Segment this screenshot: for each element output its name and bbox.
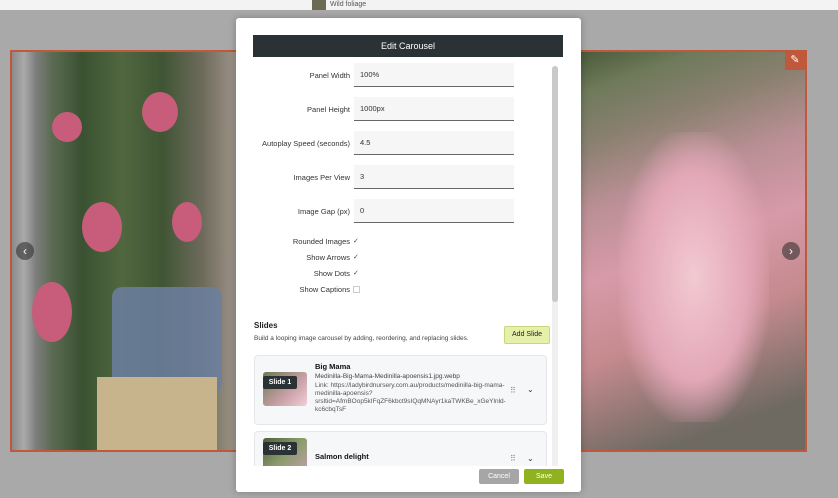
autoplay-speed-label: Autoplay Speed (seconds) — [262, 139, 350, 148]
autoplay-speed-row: Autoplay Speed (seconds) 4.5 — [236, 131, 556, 157]
drag-handle-icon[interactable]: ⠿ — [510, 386, 516, 395]
panel-width-row: Panel Width 100% — [236, 63, 556, 89]
images-per-view-input[interactable]: 3 — [354, 165, 514, 189]
show-captions-label: Show Captions — [299, 285, 350, 294]
top-strip-text: Wild foliage — [330, 1, 367, 8]
show-dots-label: Show Dots — [313, 269, 350, 278]
carousel-image-left — [12, 52, 238, 450]
rounded-images-row: Rounded Images ✓ — [236, 235, 556, 249]
edit-carousel-modal: Edit Carousel Panel Width 100% Panel Hei… — [236, 18, 581, 492]
flower-shape — [82, 202, 122, 252]
edit-pencil-icon[interactable]: ✎ — [785, 50, 805, 70]
flower-cluster-shape — [619, 132, 769, 422]
slide-filename: Medinilla-Big-Mama-Medinilla-apoensis1.j… — [315, 373, 460, 380]
panel-width-label: Panel Width — [309, 71, 350, 80]
show-arrows-label: Show Arrows — [306, 253, 350, 262]
carousel-next-arrow[interactable]: › — [782, 242, 800, 260]
show-captions-row: Show Captions — [236, 283, 556, 297]
flower-shape — [142, 92, 178, 132]
modal-title: Edit Carousel — [253, 35, 563, 57]
slides-help-text: Build a looping image carousel by adding… — [254, 335, 469, 342]
add-slide-button[interactable]: Add Slide — [504, 326, 550, 344]
save-button[interactable]: Save — [524, 469, 564, 484]
slide-title: Salmon delight — [315, 452, 369, 461]
top-strip: Wild foliage — [0, 0, 838, 10]
autoplay-speed-input[interactable]: 4.5 — [354, 131, 514, 155]
rounded-images-label: Rounded Images — [292, 237, 350, 246]
show-arrows-checkbox[interactable]: ✓ — [353, 254, 360, 261]
settings-form: Panel Width 100% Panel Height 1000px Aut… — [236, 63, 556, 473]
carousel-image-right — [579, 52, 805, 450]
flower-shape — [52, 112, 82, 142]
slide-number-badge: Slide 2 — [263, 442, 297, 455]
modal-scrollbar-thumb[interactable] — [552, 66, 558, 302]
flower-shape — [32, 282, 72, 342]
modal-footer: Cancel Save — [236, 466, 581, 492]
images-per-view-row: Images Per View 3 — [236, 165, 556, 191]
panel-height-row: Panel Height 1000px — [236, 97, 556, 123]
slide-link: Link: https://ladybirdnursery.com.au/pro… — [315, 382, 506, 413]
panel-height-label: Panel Height — [307, 105, 350, 114]
show-captions-checkbox[interactable] — [353, 286, 360, 293]
show-arrows-row: Show Arrows ✓ — [236, 251, 556, 265]
top-thumbnail — [312, 0, 326, 10]
carousel-prev-arrow[interactable]: ‹ — [16, 242, 34, 260]
slide-title: Big Mama — [315, 362, 351, 371]
image-gap-row: Image Gap (px) 0 — [236, 199, 556, 225]
image-gap-label: Image Gap (px) — [297, 207, 350, 216]
cancel-button[interactable]: Cancel — [479, 469, 519, 484]
slide-number-badge: Slide 1 — [263, 376, 297, 389]
panel-height-input[interactable]: 1000px — [354, 97, 514, 121]
image-gap-input[interactable]: 0 — [354, 199, 514, 223]
drag-handle-icon[interactable]: ⠿ — [510, 454, 516, 463]
chevron-down-icon[interactable]: ⌄ — [527, 385, 534, 394]
page: Wild foliage ‹ › ✎ Edit Carousel Panel W… — [0, 0, 838, 498]
flower-shape — [172, 202, 202, 242]
show-dots-row: Show Dots ✓ — [236, 267, 556, 281]
panel-width-input[interactable]: 100% — [354, 63, 514, 87]
slides-heading: Slides — [254, 321, 278, 330]
slide-card[interactable]: Slide 1 Big Mama Medinilla-Big-Mama-Medi… — [254, 355, 547, 425]
images-per-view-label: Images Per View — [293, 173, 350, 182]
show-dots-checkbox[interactable]: ✓ — [353, 270, 360, 277]
rounded-images-checkbox[interactable]: ✓ — [353, 238, 360, 245]
pedestal-shape — [97, 377, 217, 450]
chevron-down-icon[interactable]: ⌄ — [527, 454, 534, 463]
